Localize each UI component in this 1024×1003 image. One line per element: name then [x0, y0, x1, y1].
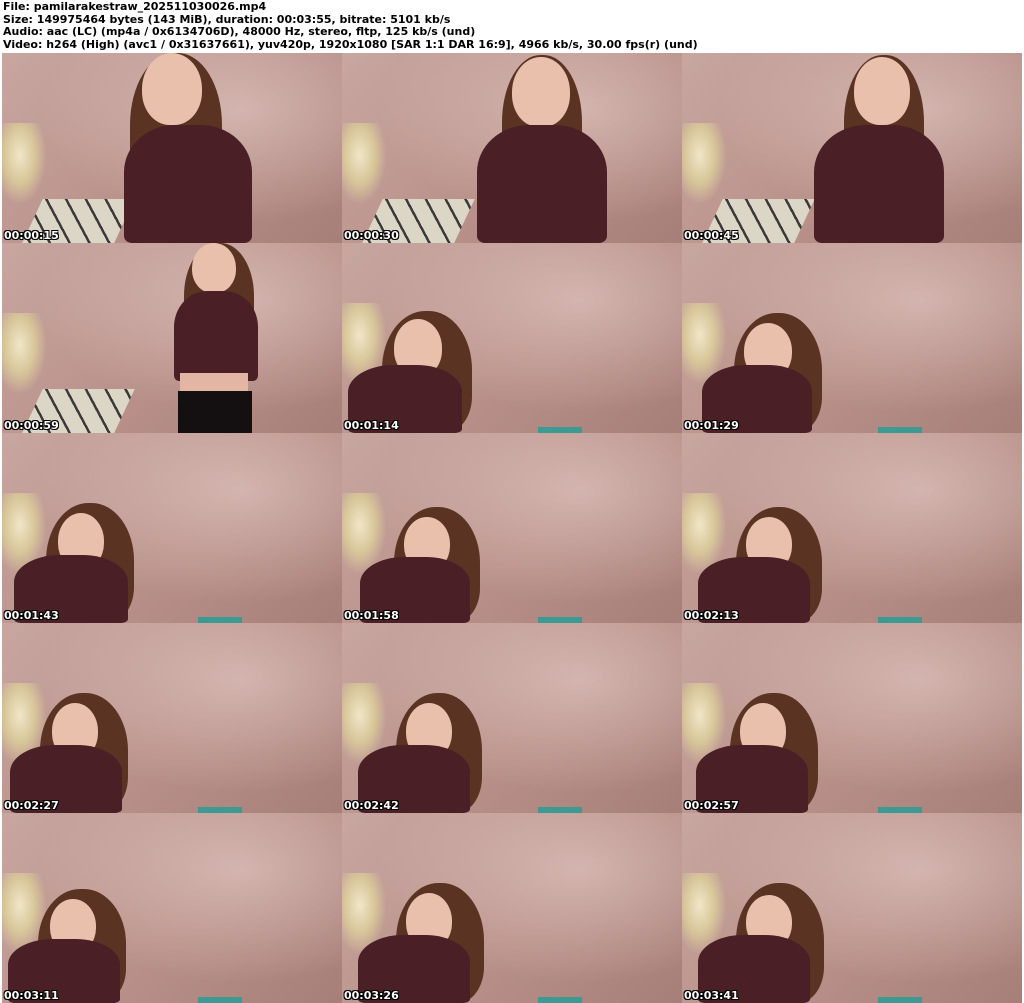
- video-thumbnail[interactable]: 00:02:27: [2, 623, 342, 813]
- timestamp-label: 00:02:27: [4, 799, 59, 812]
- timestamp-label: 00:01:58: [344, 609, 399, 622]
- plant-decoration: [2, 313, 46, 393]
- video-thumbnail[interactable]: 00:00:45: [682, 53, 1022, 243]
- video-thumbnail[interactable]: 00:03:41: [682, 813, 1022, 1003]
- timestamp-label: 00:02:13: [684, 609, 739, 622]
- video-thumbnail[interactable]: 00:01:29: [682, 243, 1022, 433]
- timestamp-label: 00:02:42: [344, 799, 399, 812]
- timestamp-label: 00:03:41: [684, 989, 739, 1002]
- timestamp-label: 00:00:15: [4, 229, 59, 242]
- teal-object: [538, 997, 582, 1003]
- timestamp-label: 00:01:43: [4, 609, 59, 622]
- video-thumbnail[interactable]: 00:03:11: [2, 813, 342, 1003]
- timestamp-label: 00:03:11: [4, 989, 59, 1002]
- timestamp-label: 00:03:26: [344, 989, 399, 1002]
- timestamp-label: 00:00:59: [4, 419, 59, 432]
- video-thumbnail[interactable]: 00:02:42: [342, 623, 682, 813]
- video-info-line: Video: h264 (High) (avc1 / 0x31637661), …: [3, 37, 698, 51]
- video-thumbnail[interactable]: 00:00:59: [2, 243, 342, 433]
- plant-decoration: [342, 123, 386, 203]
- timestamp-label: 00:01:29: [684, 419, 739, 432]
- file-name-line: File: pamilarakestraw_202511030026.mp4: [3, 0, 267, 13]
- plant-decoration: [2, 123, 46, 203]
- video-thumbnail[interactable]: 00:03:26: [342, 813, 682, 1003]
- timestamp-label: 00:01:14: [344, 419, 399, 432]
- teal-object: [878, 997, 922, 1003]
- video-thumbnail[interactable]: 00:02:13: [682, 433, 1022, 623]
- plant-decoration: [682, 123, 726, 203]
- video-thumbnail[interactable]: 00:01:14: [342, 243, 682, 433]
- audio-info-line: Audio: aac (LC) (mp4a / 0x6134706D), 480…: [3, 25, 476, 38]
- video-thumbnail[interactable]: 00:02:57: [682, 623, 1022, 813]
- file-info-header: File: pamilarakestraw_202511030026.mp4 S…: [3, 1, 1021, 51]
- timestamp-label: 00:02:57: [684, 799, 739, 812]
- timestamp-label: 00:00:30: [344, 229, 399, 242]
- thumbnail-grid: 00:00:15 00:00:30 00:00:45 00:00:59 00:0…: [2, 53, 1022, 1003]
- teal-object: [198, 997, 242, 1003]
- timestamp-label: 00:00:45: [684, 229, 739, 242]
- video-thumbnail[interactable]: 00:01:58: [342, 433, 682, 623]
- video-thumbnail[interactable]: 00:00:15: [2, 53, 342, 243]
- video-thumbnail[interactable]: 00:00:30: [342, 53, 682, 243]
- video-thumbnail[interactable]: 00:01:43: [2, 433, 342, 623]
